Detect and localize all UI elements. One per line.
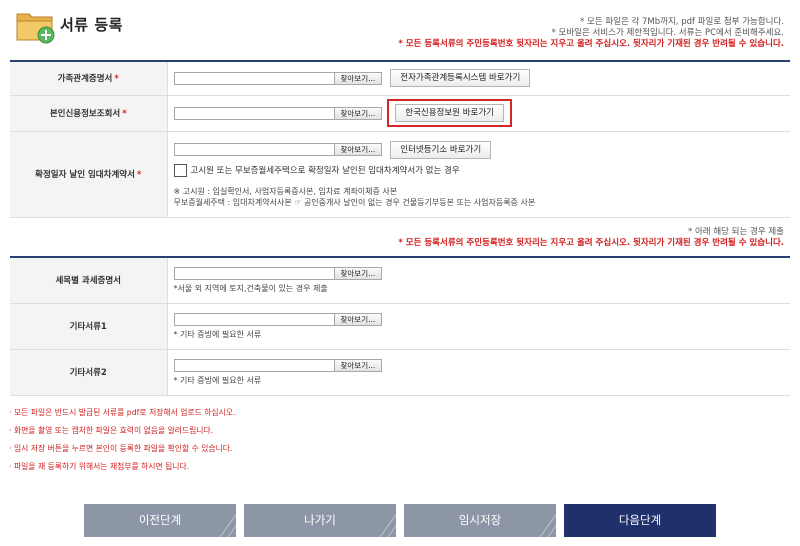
no-lease-contract-checkbox[interactable] [173, 163, 187, 177]
row-family-certificate: 가족관계증명서 * 찾아보기... 전자가족관계등록시스템 바로가기 [10, 60, 790, 96]
temp-save-button[interactable]: 임시저장 [404, 504, 556, 537]
page-title: 서류 등록 [60, 16, 123, 34]
row-credit-report: 본인신용정보조회서 * 찾아보기... 한국신용정보원 바로가기 [10, 95, 790, 132]
required-mark: * [114, 74, 119, 85]
button-label: 임시저장 [458, 513, 502, 527]
folder-add-icon [16, 13, 55, 44]
browse-button[interactable]: 찾아보기... [333, 266, 383, 280]
row-hint: * 기타 증빙에 필요한 서류 [173, 376, 262, 385]
row-label: 기타서류1 [10, 303, 168, 350]
file-path-input[interactable] [173, 358, 334, 372]
highlight-box: 한국신용정보원 바로가기 [387, 99, 512, 127]
row-label: 확정일자 날인 임대차계약서 [35, 170, 135, 180]
notice-resident-number: * 모든 등록서류의 주민등록번호 뒷자리는 지우고 올려 주십시오. 뒷자리가… [398, 238, 784, 248]
browse-button[interactable]: 찾아보기... [333, 71, 383, 85]
row-hint: *서울 외 지역에 토지,건축물이 있는 경우 제출 [173, 284, 328, 294]
note-line: 무보증월세주택 : 임대차계약서사본 ☞ 공인중개사 날인이 없는 경우 건물등… [173, 197, 536, 207]
lease-notes: ※ 고시원 : 입실확인서, 사업자등록증사본, 임차료 계좌이체증 사본 무보… [174, 186, 791, 208]
note-line: ※ 고시원 : 입실확인서, 사업자등록증사본, 임차료 계좌이체증 사본 [173, 186, 398, 196]
row-other-doc-1: 기타서류1 찾아보기... * 기타 증빙에 필요한 서류 [10, 303, 790, 350]
file-path-input[interactable] [173, 266, 334, 280]
upload-notes: · 모든 파일은 반드시 발급된 서류를 pdf로 저장해서 업로드 하십시오.… [9, 407, 235, 479]
family-registry-link-button[interactable]: 전자가족관계등록시스템 바로가기 [390, 69, 531, 88]
notice-resident-number: * 모든 등록서류의 주민등록번호 뒷자리는 지우고 올려 주십시오. 뒷자리가… [398, 39, 784, 49]
next-step-button[interactable]: 다음단계 [564, 504, 716, 537]
page-header: 서류 등록 * 모든 파일은 각 7Mb까지, pdf 파일로 첨부 가능합니다… [0, 0, 800, 56]
row-tax-certificate: 세목별 과세증명서 찾아보기... *서울 외 지역에 토지,건축물이 있는 경… [10, 256, 790, 304]
row-label: 가족관계증명서 [57, 74, 113, 85]
upload-note: · 임시 저장 버튼을 누르면 본인이 등록한 파일을 확인할 수 있습니다. [9, 444, 233, 453]
row-lease-contract: 확정일자 날인 임대차계약서 * 찾아보기... 인터넷등기소 바로가기 고시원 … [10, 131, 791, 218]
file-path-input[interactable] [173, 71, 334, 85]
row-label: 세목별 과세증명서 [10, 256, 168, 304]
credit-info-link-button[interactable]: 한국신용정보원 바로가기 [395, 104, 504, 122]
action-button-bar: 이전단계 나가기 임시저장 다음단계 [84, 504, 716, 537]
browse-button[interactable]: 찾아보기... [333, 312, 383, 326]
button-label: 다음단계 [618, 513, 662, 527]
file-path-input[interactable] [173, 143, 334, 156]
notice-optional: * 아래 해당 되는 경우 제출 [688, 227, 784, 237]
required-documents-table: 가족관계증명서 * 찾아보기... 전자가족관계등록시스템 바로가기 본인신용정보… [10, 60, 790, 218]
row-label: 기타서류2 [10, 349, 168, 396]
row-hint: * 기타 증빙에 필요한 서류 [173, 330, 262, 339]
browse-button[interactable]: 찾아보기... [333, 106, 383, 120]
upload-note: · 파일을 재 등록하기 위해서는 재첨부를 하시면 됩니다. [9, 462, 190, 471]
button-label: 나가기 [304, 513, 336, 527]
notice-mobile: * 모바일은 서비스가 제한적입니다. 서류는 PC에서 준비해주세요. [551, 28, 784, 38]
exit-button[interactable]: 나가기 [244, 504, 396, 537]
slash-lines-icon [539, 513, 556, 537]
prev-step-button[interactable]: 이전단계 [84, 504, 236, 537]
required-mark: * [136, 170, 142, 180]
optional-documents-table: 세목별 과세증명서 찾아보기... *서울 외 지역에 토지,건축물이 있는 경… [10, 256, 790, 396]
row-label: 본인신용정보조회서 [49, 109, 121, 119]
optional-notices: * 아래 해당 되는 경우 제출 * 모든 등록서류의 주민등록번호 뒷자리는 … [398, 227, 784, 249]
header-notices: * 모든 파일은 각 7Mb까지, pdf 파일로 첨부 가능합니다. * 모바… [398, 17, 784, 50]
row-other-doc-2: 기타서류2 찾아보기... * 기타 증빙에 필요한 서류 [10, 349, 790, 396]
upload-note: · 화면을 촬영 또는 캡처한 파일은 효력이 없음을 알려드립니다. [9, 426, 214, 435]
notice-file-limit: * 모든 파일은 각 7Mb까지, pdf 파일로 첨부 가능합니다. [580, 17, 784, 27]
checkbox-label: 고시원 또는 무보증월세주택으로 확정일자 날인된 임대차계약서가 없는 경우 [190, 166, 460, 176]
required-mark: * [122, 109, 127, 119]
upload-note: · 모든 파일은 반드시 발급된 서류를 pdf로 저장해서 업로드 하십시오. [9, 408, 236, 417]
slash-lines-icon [219, 513, 236, 537]
file-path-input[interactable] [173, 312, 334, 326]
internet-registry-link-button[interactable]: 인터넷등기소 바로가기 [390, 140, 492, 159]
browse-button[interactable]: 찾아보기... [333, 143, 383, 156]
button-label: 이전단계 [138, 513, 182, 527]
slash-lines-icon [379, 513, 396, 537]
file-path-input[interactable] [173, 106, 334, 120]
browse-button[interactable]: 찾아보기... [333, 358, 383, 372]
